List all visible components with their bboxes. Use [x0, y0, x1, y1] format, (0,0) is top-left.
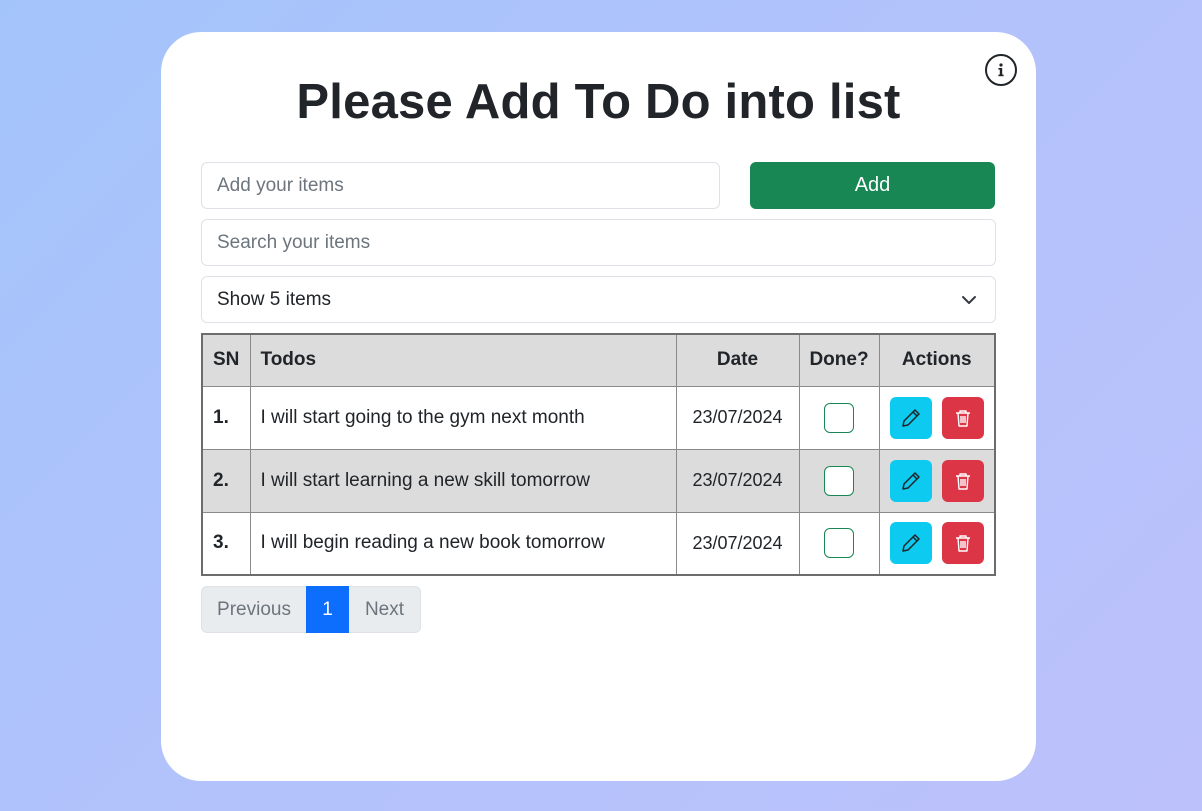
row-actions	[878, 511, 996, 576]
row-date: 23/07/2024	[675, 385, 800, 450]
delete-button[interactable]	[941, 459, 984, 502]
row-actions	[878, 448, 996, 513]
header-sn: SN	[201, 333, 251, 387]
edit-button[interactable]	[889, 396, 932, 439]
row-date: 23/07/2024	[675, 448, 800, 513]
pagination: Previous 1 Next	[201, 586, 421, 633]
add-button[interactable]: Add	[750, 162, 995, 209]
trash-icon	[955, 535, 970, 552]
add-item-input[interactable]	[201, 162, 720, 209]
row-todo-text: I will start learning a new skill tomorr…	[249, 448, 677, 513]
previous-page-button[interactable]: Previous	[201, 586, 306, 633]
header-date: Date	[675, 333, 800, 387]
done-checkbox[interactable]	[824, 402, 854, 433]
page-number-button[interactable]: 1	[306, 586, 349, 633]
row-actions	[878, 385, 996, 450]
pencil-icon	[902, 471, 920, 490]
pencil-icon	[902, 534, 920, 552]
edit-button[interactable]	[889, 522, 932, 565]
todo-card: Please Add To Do into list Add Show 5 it…	[161, 32, 1036, 781]
row-sn: 1.	[201, 385, 251, 450]
header-actions: Actions	[878, 333, 996, 387]
header-todos: Todos	[249, 333, 677, 387]
row-sn: 3.	[201, 511, 251, 576]
done-checkbox[interactable]	[824, 528, 854, 559]
search-input[interactable]	[201, 219, 996, 266]
row-done-cell	[798, 448, 880, 513]
next-page-button[interactable]: Next	[349, 586, 421, 633]
table-row: 3. I will begin reading a new book tomor…	[201, 511, 996, 576]
chevron-down-icon	[962, 296, 976, 304]
page-size-select[interactable]: Show 5 items	[201, 276, 996, 323]
row-done-cell	[798, 385, 880, 450]
trash-icon	[955, 472, 970, 490]
page-size-selected-value: Show 5 items	[217, 288, 332, 310]
row-todo-text: I will start going to the gym next month	[249, 385, 677, 450]
done-checkbox[interactable]	[824, 465, 854, 496]
table-row: 1. I will start going to the gym next mo…	[201, 385, 996, 450]
delete-button[interactable]	[941, 396, 984, 439]
table-header-row: SN Todos Date Done? Actions	[201, 333, 996, 387]
table-row: 2. I will start learning a new skill tom…	[201, 448, 996, 513]
delete-button[interactable]	[941, 522, 984, 565]
todo-table: SN Todos Date Done? Actions 1. I will st…	[201, 333, 996, 576]
row-date: 23/07/2024	[675, 511, 800, 576]
trash-icon	[955, 409, 970, 427]
pencil-icon	[902, 408, 920, 427]
edit-button[interactable]	[889, 459, 932, 502]
header-done: Done?	[798, 333, 880, 387]
row-sn: 2.	[201, 448, 251, 513]
page-title: Please Add To Do into list	[296, 75, 901, 129]
row-done-cell	[798, 511, 880, 576]
row-todo-text: I will begin reading a new book tomorrow	[249, 511, 677, 576]
